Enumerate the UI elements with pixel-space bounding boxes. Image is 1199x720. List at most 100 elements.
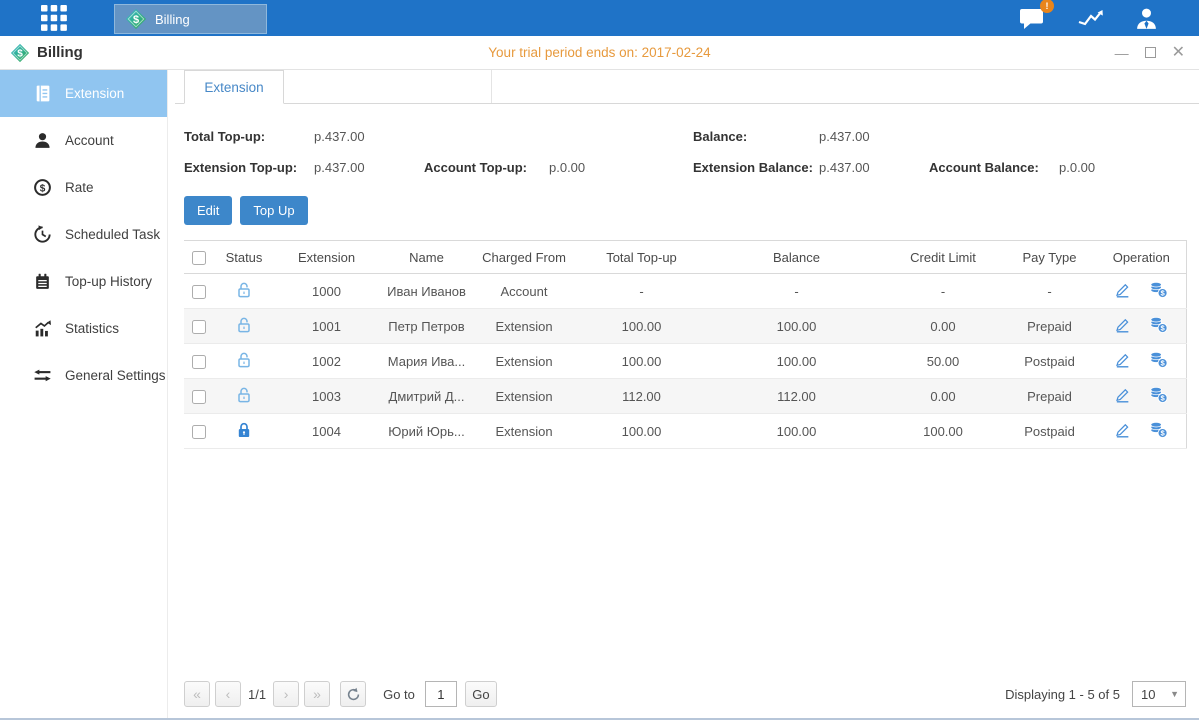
first-page-glyph: « [193,686,201,702]
status-lock-icon[interactable] [236,386,252,407]
messages-icon[interactable]: ! [1019,6,1046,30]
sidebar-item-label: Statistics [65,321,119,336]
table-row[interactable]: 1004 Юрий Юрь... Extension 100.00 100.00… [184,414,1186,449]
window-controls: — ✕ [1115,45,1185,61]
apps-grid-icon[interactable] [38,2,70,34]
account-balance-label: Account Balance: [929,160,1059,175]
credit-limit-cell: 0.00 [884,309,1002,344]
column-header[interactable]: Credit Limit [884,241,1002,274]
page-size-value: 10 [1141,687,1155,702]
status-cell [214,379,274,414]
total-topup-cell: 100.00 [574,309,709,344]
column-header[interactable]: Status [214,241,274,274]
pay-type-cell: Postpaid [1002,344,1097,379]
displaying-info: Displaying 1 - 5 of 5 [1005,687,1120,702]
status-lock-icon[interactable] [236,281,252,302]
column-header[interactable]: Balance [709,241,884,274]
sidebar-item-rate[interactable]: $ Rate [0,164,167,211]
row-checkbox[interactable] [192,355,206,369]
balance-label: Balance: [693,129,819,144]
charged-from-cell: Extension [474,309,574,344]
top-up-button[interactable]: Top Up [240,196,307,225]
journal-icon [33,84,52,103]
trial-message: Your trial period ends on: 2017-02-24 [0,45,1199,60]
first-page-button[interactable]: « [184,681,210,707]
pay-type-cell: Prepaid [1002,309,1097,344]
next-page-button[interactable]: › [273,681,299,707]
row-checkbox[interactable] [192,390,206,404]
page-size-select[interactable]: 10 ▼ [1132,681,1186,707]
column-header[interactable]: Total Top-up [574,241,709,274]
column-header[interactable]: Operation [1097,241,1186,274]
sidebar-item-statistics[interactable]: Statistics [0,305,167,352]
status-lock-icon[interactable] [236,316,252,337]
locked-icon [236,421,252,439]
sidebar-item-extension[interactable]: Extension [0,70,167,117]
goto-page-input[interactable] [425,681,457,707]
operation-cell: $ [1097,414,1186,449]
row-checkbox[interactable] [192,425,206,439]
topup-coins-icon[interactable]: $ [1149,351,1168,372]
page-info: 1/1 [248,687,266,702]
last-page-button[interactable]: » [304,681,330,707]
svg-text:$: $ [40,183,46,194]
user-icon[interactable] [1134,6,1159,31]
balance-value: p.437.00 [819,129,870,144]
row-checkbox[interactable] [192,285,206,299]
total-topup-cell: 100.00 [574,344,709,379]
topup-coins-icon[interactable]: $ [1149,421,1168,442]
edit-button[interactable]: Edit [184,196,232,225]
taskbar-tab-billing[interactable]: $ Billing [114,4,267,34]
operation-cell: $ [1097,274,1186,309]
pagination-bar: « ‹ 1/1 › » Go to Go Displaying 1 - 5 of… [184,670,1186,718]
edit-pencil-icon[interactable] [1114,281,1131,302]
select-all-checkbox[interactable] [192,251,206,265]
edit-pencil-icon[interactable] [1114,351,1131,372]
edit-pencil-icon[interactable] [1114,421,1131,442]
row-checkbox[interactable] [192,320,206,334]
table-row[interactable]: 1003 Дмитрий Д... Extension 112.00 112.0… [184,379,1186,414]
extension-balance-value: p.437.00 [819,160,929,175]
content-spacer [184,449,1186,670]
monitor-chart-icon[interactable] [1076,6,1104,30]
topup-coins-icon[interactable]: $ [1149,281,1168,302]
column-header[interactable]: Charged From [474,241,574,274]
extension-cell: 1004 [274,414,379,449]
sidebar-item-account[interactable]: Account [0,117,167,164]
close-button[interactable]: ✕ [1172,45,1185,61]
tab-extension[interactable]: Extension [184,70,284,104]
status-lock-icon[interactable] [236,351,252,372]
maximize-button[interactable] [1145,47,1156,58]
main-panel: Extension Total Top-up: p.437.00 Balance… [168,70,1199,718]
next-page-glyph: › [284,686,289,702]
edit-pencil-icon[interactable] [1114,316,1131,337]
status-lock-icon[interactable] [236,421,252,442]
sidebar-item-label: General Settings [65,368,166,383]
header-checkbox-cell [184,241,214,274]
topup-coins-icon[interactable]: $ [1149,386,1168,407]
column-header[interactable]: Pay Type [1002,241,1097,274]
taskbar-tray: ! [1019,6,1159,31]
balance-cell: - [709,274,884,309]
sidebar-item-scheduled-task[interactable]: Scheduled Task [0,211,167,258]
go-button[interactable]: Go [465,681,497,707]
table-row[interactable]: 1002 Мария Ива... Extension 100.00 100.0… [184,344,1186,379]
prev-page-button[interactable]: ‹ [215,681,241,707]
column-header[interactable]: Name [379,241,474,274]
refresh-button[interactable] [340,681,366,707]
table-row[interactable]: 1000 Иван Иванов Account - - - - [184,274,1186,309]
edit-pencil-icon[interactable] [1114,386,1131,407]
topup-coins-icon[interactable]: $ [1149,316,1168,337]
sidebar-item-general-settings[interactable]: General Settings [0,352,167,399]
dollar-circle-icon: $ [33,178,52,197]
status-cell [214,344,274,379]
goto-label: Go to [383,687,415,702]
minimize-button[interactable]: — [1115,46,1129,60]
status-cell [214,309,274,344]
sidebar-item-topup-history[interactable]: Top-up History [0,258,167,305]
extension-topup-label: Extension Top-up: [184,160,314,175]
table-row[interactable]: 1001 Петр Петров Extension 100.00 100.00… [184,309,1186,344]
status-cell [214,414,274,449]
column-header[interactable]: Extension [274,241,379,274]
window-titlebar: $ Billing Your trial period ends on: 201… [0,36,1199,70]
